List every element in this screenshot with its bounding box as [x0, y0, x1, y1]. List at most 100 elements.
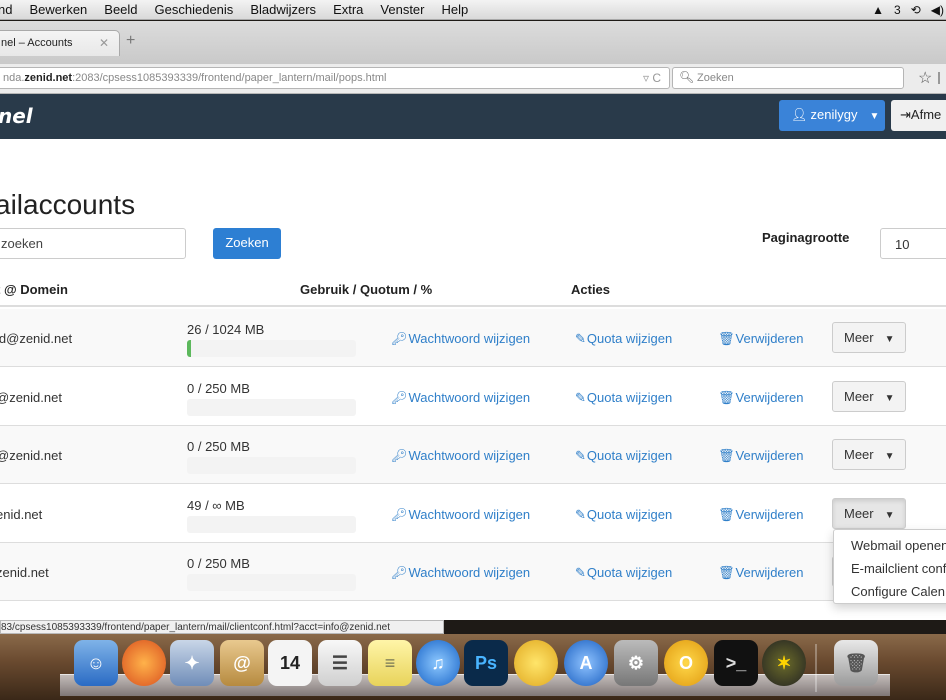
calendar-icon[interactable]: 14 [268, 640, 312, 686]
menu-item-webmail[interactable]: Webmail openen [851, 538, 946, 553]
table-row: ld@zenid.net 26 / 1024 MB 🔑︎Wachtwoord wij… [0, 309, 946, 367]
cyberduck-icon[interactable] [514, 640, 558, 686]
photoshop-icon[interactable]: Ps [464, 640, 508, 686]
account-email: enid.net [0, 506, 43, 522]
system-preferences-icon[interactable]: ⚙ [614, 640, 658, 686]
reload-icon[interactable]: ▿ C [643, 71, 661, 85]
browser-navbar: nda.zenid.net:2083/cpsess1085393339/fron… [0, 64, 946, 94]
change-quota-link[interactable]: ✎Quota wijzigen [575, 448, 672, 464]
usage-progress-fill [187, 340, 192, 357]
menu-window[interactable]: Venster [380, 2, 424, 17]
change-password-label: Wachtwoord wijzigen [408, 331, 531, 346]
username: zenilygy [810, 107, 858, 122]
url-path: :2083/cpsess1085393339/frontend/paper_la… [72, 72, 387, 84]
menu-item-calendar[interactable]: Configure Calen [851, 584, 945, 599]
finder-icon[interactable]: ☺ [74, 640, 118, 686]
change-quota-link[interactable]: ✎Quota wijzigen [575, 507, 672, 523]
more-button[interactable]: Meer ▼ [832, 380, 906, 412]
address-book-icon[interactable]: @ [220, 640, 264, 686]
more-label: Meer [844, 447, 874, 462]
menu-item-client-config[interactable]: E-mailclient conf [851, 561, 946, 576]
delete-link[interactable]: 🗑︎Verwijderen [718, 331, 803, 347]
radar-icon[interactable]: ✶ [762, 640, 806, 686]
browser-search-placeholder: Zoeken [697, 72, 734, 84]
more-button[interactable]: Meer ▼ [832, 322, 906, 353]
itunes-icon[interactable]: ♫ [416, 640, 460, 686]
change-quota-link[interactable]: ✎Quota wijzigen [575, 390, 672, 406]
more-button[interactable]: Meer ▼ [832, 439, 906, 470]
usage-progress-bar [187, 340, 356, 357]
user-menu-button[interactable]: 👤︎ zenilygy ▼ [779, 100, 885, 131]
key-icon: 🔑︎ [391, 331, 408, 346]
search-input[interactable]: zoeken [0, 228, 186, 259]
delete-link[interactable]: 🗑︎Verwijderen [718, 507, 803, 523]
caret-down-icon: ▼ [884, 509, 895, 521]
close-tab-icon[interactable]: ✕ [99, 36, 109, 50]
reminders-icon[interactable]: ☰ [318, 640, 362, 686]
usage-text: 0 / 250 MB [187, 439, 250, 454]
volume-icon[interactable]: ◀) [931, 3, 944, 17]
menu-help[interactable]: Help [442, 2, 469, 17]
bookmark-star-icon[interactable]: ☆ [918, 68, 932, 88]
menu-tools[interactable]: Extra [333, 2, 363, 17]
new-tab-icon[interactable]: + [126, 32, 135, 50]
caret-down-icon: ▼ [884, 334, 895, 345]
terminal-icon[interactable]: >_ [714, 640, 758, 686]
url-bar[interactable]: nda.zenid.net:2083/cpsess1085393339/fron… [0, 67, 670, 89]
menu-bookmarks[interactable]: Bladwijzers [250, 2, 316, 17]
delete-link[interactable]: 🗑︎Verwijderen [718, 565, 803, 581]
change-quota-link[interactable]: ✎Quota wijzigen [575, 331, 672, 347]
col-account[interactable]: t @ Domein [0, 282, 68, 297]
browser-status-bar: 83/cpsess1085393339/frontend/paper_lante… [0, 620, 444, 634]
browser-tab[interactable]: nel – Accounts ✕ [0, 30, 120, 56]
menu-view[interactable]: Beeld [104, 2, 137, 17]
url-domain: zenid.net [24, 72, 73, 84]
more-label: Meer [844, 330, 874, 345]
change-password-link[interactable]: 🔑︎Wachtwoord wijzigen [391, 390, 530, 406]
change-password-link[interactable]: 🔑︎Wachtwoord wijzigen [391, 507, 530, 523]
change-password-link[interactable]: 🔑︎Wachtwoord wijzigen [391, 565, 530, 581]
col-usage[interactable]: Gebruik / Quotum / % [300, 282, 432, 297]
preview-icon[interactable]: ✦ [170, 640, 214, 686]
trash-icon[interactable]: 🗑︎ [834, 640, 878, 686]
delete-link[interactable]: 🗑︎Verwijderen [718, 390, 803, 406]
page-size-select[interactable]: 10 [880, 228, 946, 259]
change-password-link[interactable]: 🔑︎Wachtwoord wijzigen [391, 448, 530, 464]
logout-button[interactable]: ⇥Afme [891, 100, 946, 131]
key-icon: 🔑︎ [391, 506, 408, 522]
browser-search-field[interactable]: 🔍︎ Zoeken [672, 67, 904, 89]
pencil-icon: ✎ [575, 331, 586, 346]
delete-label: Verwijderen [735, 331, 804, 346]
stickies-icon[interactable]: ≡ [368, 640, 412, 686]
caret-down-icon: ▼ [884, 392, 895, 404]
menu-file[interactable]: nd [0, 2, 12, 17]
usage-progress-bar [187, 515, 356, 533]
page-size-label: Paginagrootte [762, 230, 850, 245]
change-quota-link[interactable]: ✎Quota wijzigen [575, 565, 672, 581]
more-button[interactable]: Meer ▼ [832, 497, 906, 529]
pencil-icon: ✎ [575, 565, 586, 580]
search-button[interactable]: Zoeken [213, 228, 281, 259]
usage-text: 0 / 250 MB [187, 556, 250, 571]
adobe-icon[interactable]: ▲ [872, 3, 884, 17]
change-quota-label: Quota wijzigen [586, 506, 673, 522]
delete-link[interactable]: 🗑︎Verwijderen [718, 448, 803, 464]
menu-edit[interactable]: Bewerken [29, 2, 87, 17]
usage-progress-bar [187, 398, 356, 416]
trash-icon: 🗑︎ [718, 506, 735, 522]
menu-history[interactable]: Geschiedenis [155, 2, 234, 17]
tab-title: nel – Accounts [1, 37, 73, 49]
firefox-icon[interactable] [122, 640, 166, 686]
time-machine-icon[interactable]: ⟲ [911, 3, 921, 17]
opera-icon[interactable]: O [664, 640, 708, 686]
caret-down-icon: ▼ [869, 111, 880, 122]
main-content: ailaccounts zoeken Zoeken Paginagrootte … [0, 139, 946, 620]
usage-text: 26 / 1024 MB [187, 322, 265, 337]
cpanel-logo[interactable]: nel [0, 104, 33, 128]
table-row: @zenid.net 0 / 250 MB 🔑︎Wachtwoord wijzige… [0, 426, 946, 484]
app-store-icon[interactable]: A [564, 640, 608, 686]
key-icon: 🔑︎ [391, 565, 408, 580]
trash-icon: 🗑︎ [718, 389, 735, 405]
change-password-link[interactable]: 🔑︎Wachtwoord wijzigen [391, 331, 530, 347]
mac-dock: ☺ ✦ @ 14 ☰ ≡ ♫ Ps A ⚙ O >_ ✶ 🗑︎ [0, 634, 946, 700]
